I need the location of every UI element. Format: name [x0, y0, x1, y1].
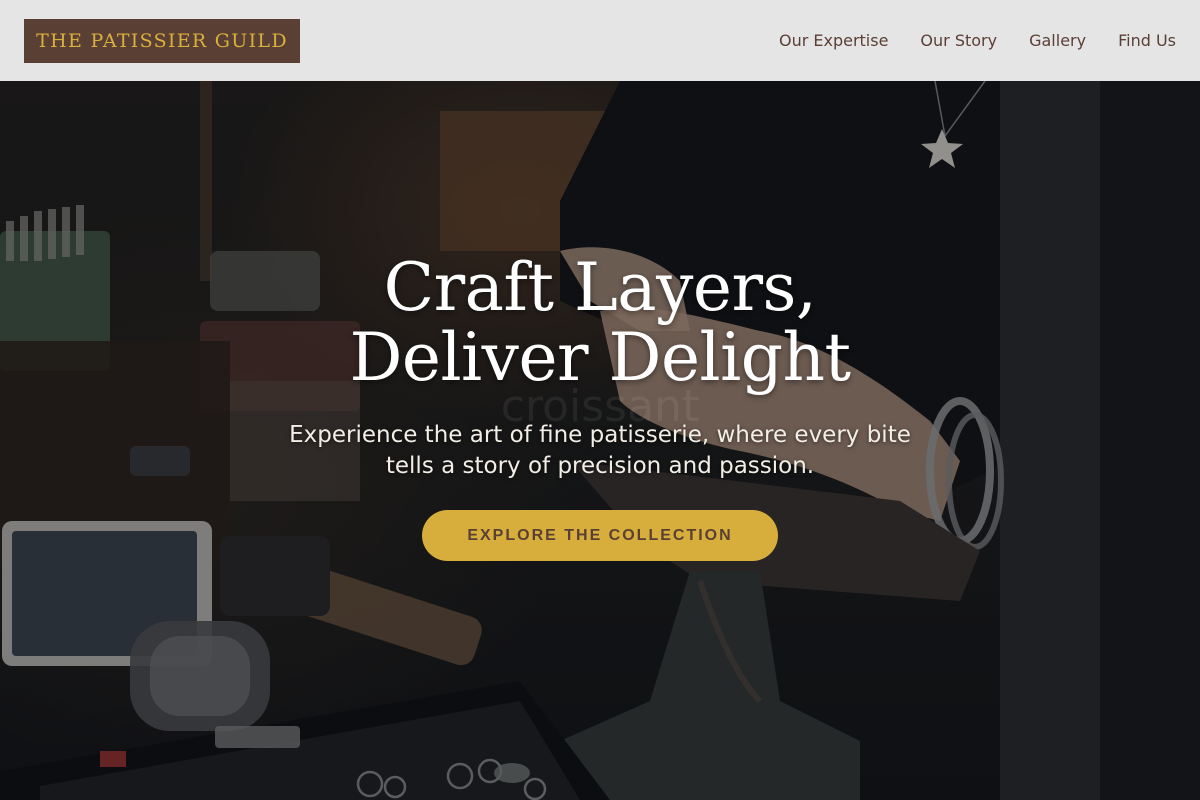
explore-collection-button-label: EXPLORE THE COLLECTION: [467, 526, 733, 544]
hero-subtitle: Experience the art of fine patisserie, w…: [0, 420, 1200, 482]
brand-logo-text: THE PATISSIER GUILD: [36, 29, 288, 52]
hero-section: Craft Layers, Deliver Delight croissant …: [0, 81, 1200, 800]
hero-title-line-1: Craft Layers,: [383, 249, 817, 326]
hero-title: Craft Layers, Deliver Delight: [0, 253, 1200, 393]
nav-link-our-story[interactable]: Our Story: [920, 31, 997, 50]
nav-link-our-expertise[interactable]: Our Expertise: [779, 31, 888, 50]
main-nav: Our Expertise Our Story Gallery Find Us: [747, 31, 1176, 50]
nav-link-find-us[interactable]: Find Us: [1118, 31, 1176, 50]
brand-logo[interactable]: THE PATISSIER GUILD: [24, 18, 300, 63]
hero-content: Craft Layers, Deliver Delight croissant …: [0, 81, 1200, 800]
hero-subtitle-line-2: tells a story of precision and passion.: [385, 453, 815, 479]
hero-subtitle-line-1: Experience the art of fine patisserie, w…: [289, 422, 911, 448]
site-header: THE PATISSIER GUILD Our Expertise Our St…: [0, 0, 1200, 81]
explore-collection-button[interactable]: EXPLORE THE COLLECTION: [422, 510, 778, 561]
nav-link-gallery[interactable]: Gallery: [1029, 31, 1086, 50]
